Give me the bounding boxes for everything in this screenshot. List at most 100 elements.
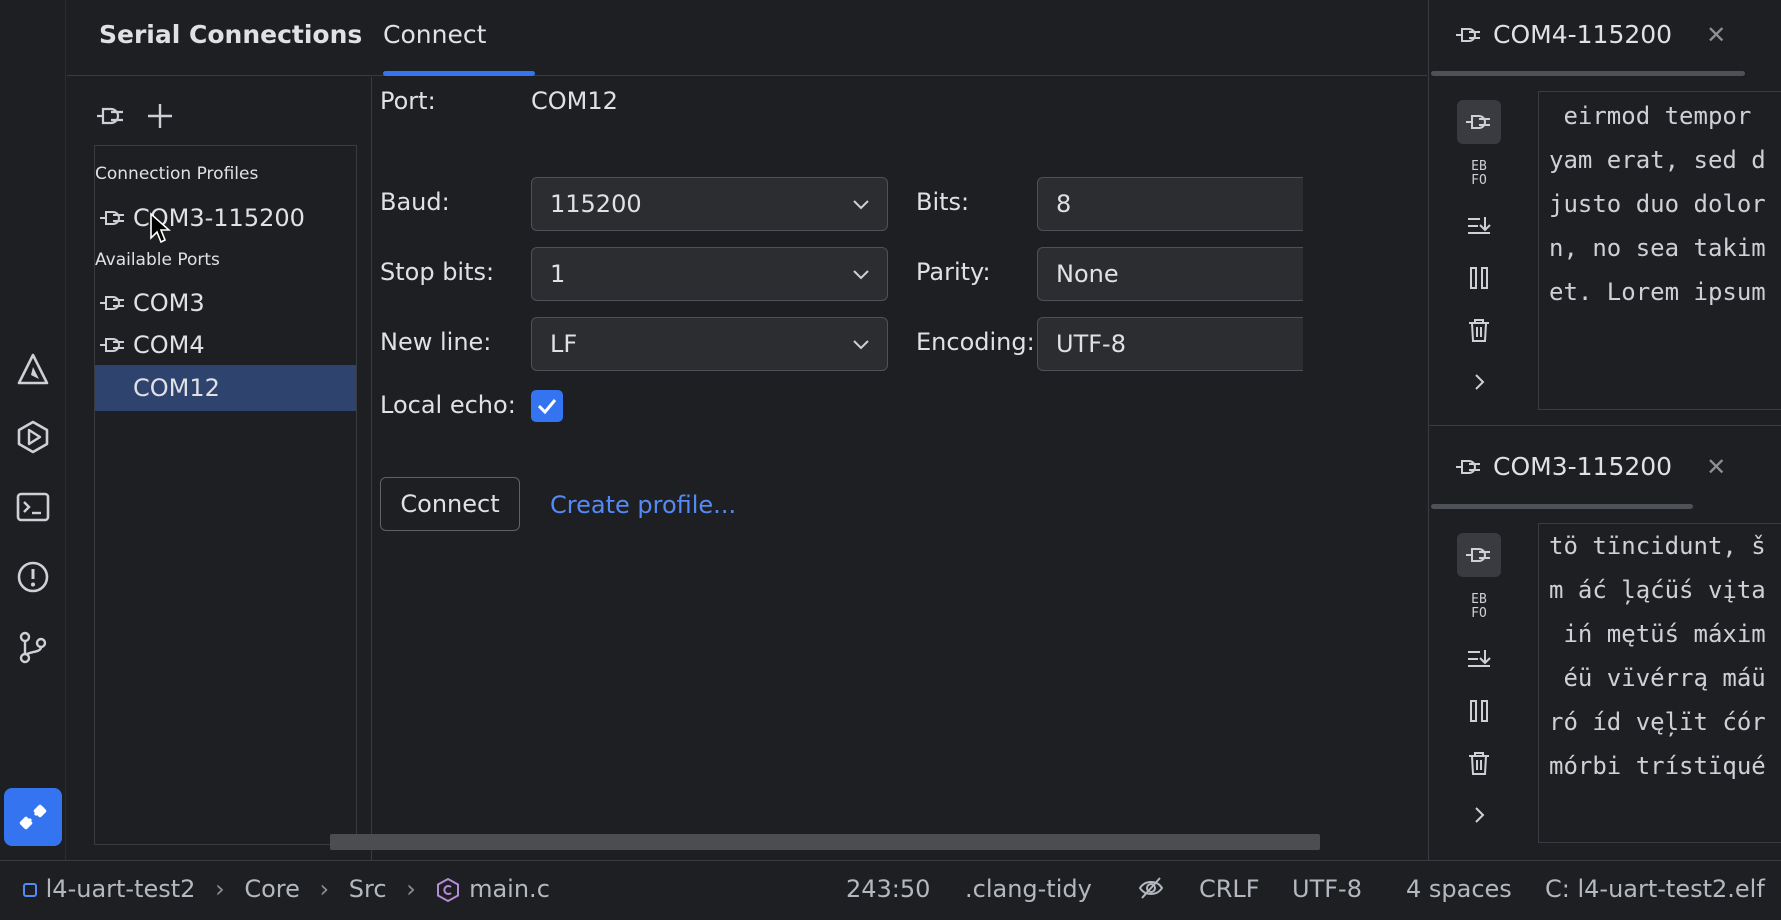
sidebar-toolbar xyxy=(93,99,177,133)
chevron-down-icon xyxy=(853,200,869,210)
checkmark-icon xyxy=(537,399,557,415)
encoding-value: UTF-8 xyxy=(1056,330,1126,358)
line-ending[interactable]: CRLF xyxy=(1199,875,1260,903)
hex-toggle-icon[interactable]: EB FO xyxy=(1457,585,1501,629)
terminal-output[interactable]: tö tïncidunt, š m áć ļąćüś vįta iń mętüś… xyxy=(1538,523,1781,843)
close-icon[interactable]: ✕ xyxy=(1706,21,1726,49)
scroll-to-end-icon[interactable] xyxy=(1457,637,1501,681)
bits-select[interactable]: 8 xyxy=(1037,177,1303,231)
connections-tree: Connection Profiles COM3-115200 Availabl… xyxy=(94,145,357,845)
port-item-com4[interactable]: COM4 xyxy=(95,322,356,368)
terminal-tab-indicator xyxy=(1431,504,1693,509)
breadcrumb-file[interactable]: main.c xyxy=(469,875,550,903)
connect-plug-button[interactable] xyxy=(93,99,127,133)
connect-button[interactable]: Connect xyxy=(380,477,520,531)
trash-icon[interactable] xyxy=(1457,308,1501,352)
chevron-right-icon: › xyxy=(319,875,330,903)
baud-select[interactable]: 115200 xyxy=(531,177,888,231)
plug-icon xyxy=(1456,459,1480,474)
tab-connect-indicator xyxy=(383,71,535,76)
plug-icon[interactable] xyxy=(1457,533,1501,577)
chevron-right-icon: › xyxy=(406,875,416,903)
encoding-select[interactable]: UTF-8 xyxy=(1037,317,1303,371)
group-connection-profiles: Connection Profiles xyxy=(95,164,259,184)
trash-icon[interactable] xyxy=(1457,741,1501,785)
linter-status[interactable]: .clang-tidy xyxy=(965,875,1092,903)
plug-icon xyxy=(95,206,131,230)
terminal-tab-title: COM3-115200 xyxy=(1493,452,1673,481)
breadcrumb: l4-uart-test2 › Core › Src › main.c xyxy=(22,875,550,903)
tab-connect[interactable]: Connect xyxy=(383,20,486,49)
plug-icon[interactable] xyxy=(1457,100,1501,144)
parity-label: Parity: xyxy=(916,258,991,286)
run-icon[interactable] xyxy=(12,416,54,458)
baud-label: Baud: xyxy=(380,188,450,216)
hex-toggle-text: EB xyxy=(1471,592,1487,607)
terminal-line: yam erat, sed d xyxy=(1549,146,1766,174)
tab-terminal-com3[interactable]: COM3-115200 ✕ xyxy=(1453,452,1726,481)
terminal-icon[interactable] xyxy=(12,486,54,528)
indent-setting[interactable]: 4 spaces xyxy=(1406,875,1512,903)
status-bar: l4-uart-test2 › Core › Src › main.c 243:… xyxy=(0,860,1781,920)
pause-icon[interactable] xyxy=(1457,689,1501,733)
terminal-com4: COM4-115200 ✕ EB FO eirmod tempor yam era… xyxy=(1429,0,1781,426)
serial-connections-icon[interactable] xyxy=(4,788,62,846)
hex-toggle-text: EB xyxy=(1471,159,1487,174)
group-available-ports: Available Ports xyxy=(95,250,220,270)
eye-off-icon[interactable] xyxy=(1137,873,1165,902)
breadcrumb-core[interactable]: Core xyxy=(244,875,300,903)
terminals-pane: COM4-115200 ✕ EB FO eirmod tempor yam era… xyxy=(1428,0,1781,860)
local-echo-checkbox[interactable] xyxy=(531,390,563,422)
cursor-position[interactable]: 243:50 xyxy=(846,875,930,903)
baud-value: 115200 xyxy=(550,190,642,218)
port-label: Port: xyxy=(380,87,436,115)
bits-value: 8 xyxy=(1056,190,1072,218)
chevron-right-icon[interactable] xyxy=(1457,793,1501,837)
scroll-to-end-icon[interactable] xyxy=(1457,204,1501,248)
file-encoding[interactable]: UTF-8 xyxy=(1292,875,1362,903)
panel-title: Serial Connections xyxy=(99,20,363,49)
chevron-right-icon: › xyxy=(215,875,225,903)
chevron-right-icon[interactable] xyxy=(1457,360,1501,404)
port-item-com3[interactable]: COM3 xyxy=(95,280,356,326)
c-file-icon xyxy=(437,877,460,903)
port-item-com12[interactable]: COM12 xyxy=(95,365,356,411)
new-line-value: LF xyxy=(550,330,578,358)
stop-bits-label: Stop bits: xyxy=(380,258,495,286)
breadcrumb-project[interactable]: l4-uart-test2 xyxy=(46,875,196,903)
chevron-down-icon xyxy=(853,340,869,350)
bits-label: Bits: xyxy=(916,188,970,216)
create-profile-link[interactable]: Create profile... xyxy=(550,491,736,519)
panel-header: Serial Connections Connect xyxy=(67,0,1427,76)
stop-bits-select[interactable]: 1 xyxy=(531,247,888,301)
tab-terminal-com4[interactable]: COM4-115200 ✕ xyxy=(1453,20,1726,49)
run-context[interactable]: C: l4-uart-test2.elf xyxy=(1545,875,1781,903)
port-value: COM12 xyxy=(531,87,618,115)
add-profile-button[interactable] xyxy=(143,99,177,133)
problems-icon[interactable] xyxy=(12,556,54,598)
terminal-tab-title: COM4-115200 xyxy=(1493,20,1673,49)
terminal-line: tö tïncidunt, š xyxy=(1549,532,1766,560)
build-icon[interactable] xyxy=(12,348,54,390)
plus-icon xyxy=(148,104,172,128)
terminal-line: eirmod tempor xyxy=(1549,102,1752,130)
close-icon[interactable]: ✕ xyxy=(1706,453,1726,481)
terminal-line: éü vïvérrą máü xyxy=(1549,664,1766,692)
parity-select[interactable]: None xyxy=(1037,247,1303,301)
profile-item[interactable]: COM3-115200 xyxy=(95,195,356,241)
parity-value: None xyxy=(1056,260,1119,288)
mouse-cursor-icon xyxy=(150,212,171,244)
terminal-output[interactable]: eirmod tempor yam erat, sed d justo duo … xyxy=(1538,91,1781,410)
port-label: COM3 xyxy=(133,289,205,317)
pause-icon[interactable] xyxy=(1457,256,1501,300)
breadcrumb-src[interactable]: Src xyxy=(349,875,387,903)
module-icon xyxy=(23,883,37,897)
hex-toggle-icon[interactable]: EB FO xyxy=(1457,152,1501,196)
new-line-select[interactable]: LF xyxy=(531,317,888,371)
plug-icon xyxy=(1456,27,1480,42)
git-branch-icon[interactable] xyxy=(12,626,54,668)
local-echo-label: Local echo: xyxy=(380,391,516,419)
horizontal-scrollbar[interactable] xyxy=(330,834,1320,850)
terminal-line: m áć ļąćüś vįta xyxy=(1549,576,1766,604)
terminal-line: et. Lorem ipsum xyxy=(1549,278,1766,306)
